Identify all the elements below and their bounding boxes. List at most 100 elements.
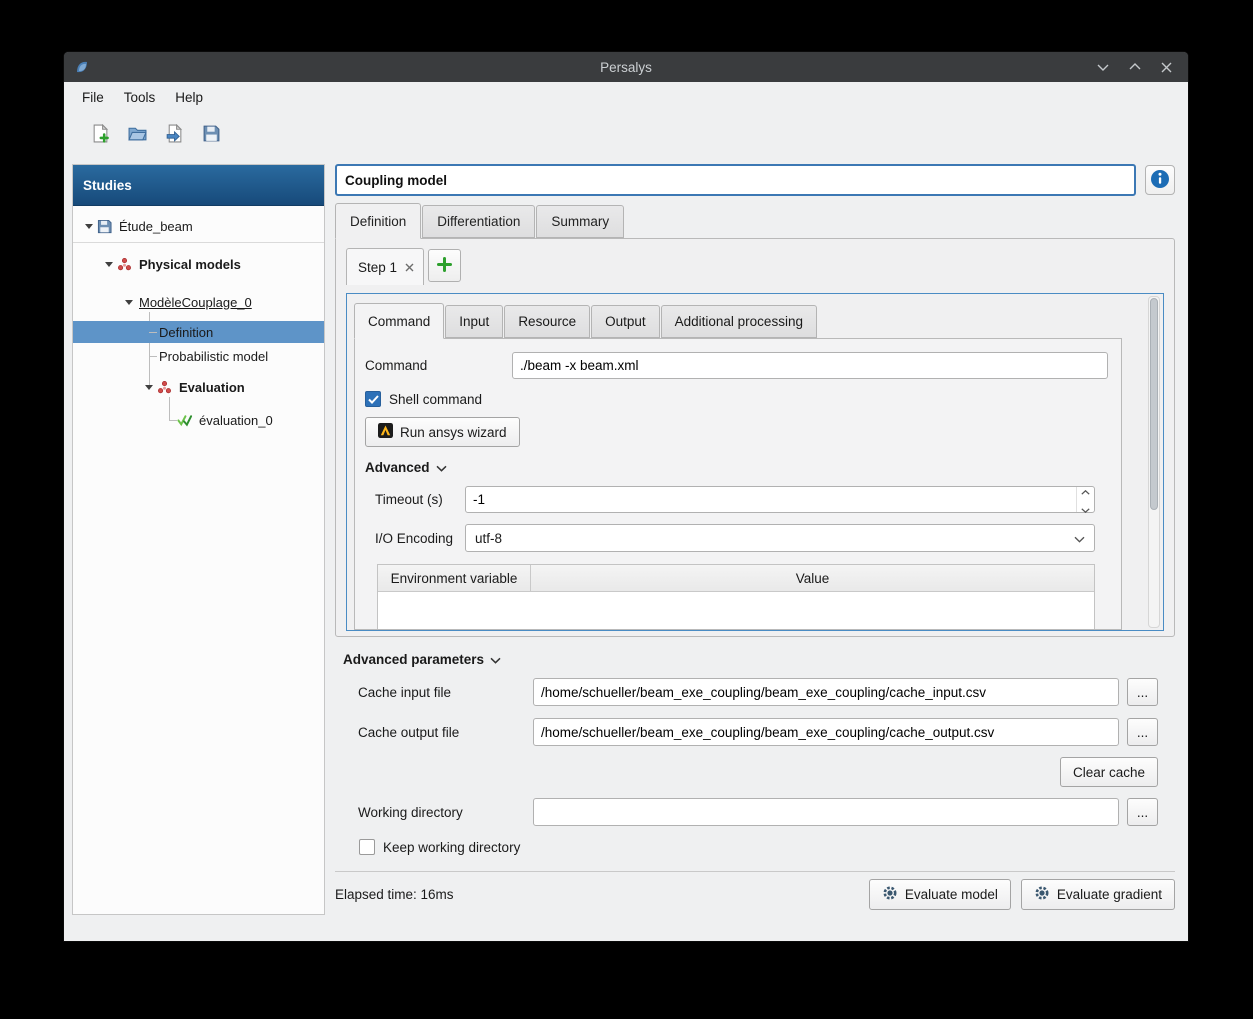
new-study-button[interactable] [86, 121, 114, 149]
chevron-down-icon [490, 652, 501, 667]
tree-item-probabilistic-model[interactable]: Probabilistic model [73, 345, 324, 367]
ansys-icon [378, 423, 393, 441]
menu-file[interactable]: File [72, 85, 114, 110]
timeout-spinner[interactable] [465, 483, 1095, 516]
scrollbar-thumb[interactable] [1150, 298, 1158, 510]
tab-additional-processing[interactable]: Additional processing [660, 305, 817, 338]
advanced-section-header[interactable]: Advanced [365, 459, 1106, 475]
close-step-icon[interactable] [405, 263, 414, 272]
chevron-down-icon [436, 460, 447, 475]
study-tree: Étude_beam Physical models ModèleCouplag… [73, 206, 324, 914]
tab-definition[interactable]: Definition [335, 203, 422, 239]
tab-resource[interactable]: Resource [504, 305, 591, 338]
browse-working-directory-button[interactable]: ... [1127, 798, 1158, 826]
encoding-dropdown[interactable]: utf-8 [465, 524, 1095, 552]
env-value-column-header[interactable]: Value [531, 565, 1094, 591]
advanced-parameters-header[interactable]: Advanced parameters [335, 651, 1175, 667]
toolbar [64, 112, 1188, 158]
tree-item-model-couplage[interactable]: ModèleCouplage_0 [73, 291, 324, 313]
command-input[interactable] [512, 352, 1108, 379]
coupling-step-tab-bar: Command Input Resource Output Additional… [354, 303, 1122, 339]
info-button[interactable] [1145, 165, 1175, 195]
tree-item-label: Evaluation [179, 379, 245, 395]
working-directory-input[interactable] [533, 798, 1119, 826]
tree-item-evaluation-0[interactable]: évaluation_0 [73, 409, 324, 431]
import-study-button[interactable] [160, 121, 188, 149]
main-panel: Definition Differentiation Summary Step … [335, 164, 1175, 941]
env-variable-column-header[interactable]: Environment variable [378, 565, 531, 591]
app-logo-icon [74, 59, 90, 75]
elapsed-time-text: Elapsed time: 16ms [335, 887, 454, 902]
cache-output-file-label: Cache output file [358, 724, 460, 740]
tree-item-definition[interactable]: Definition [73, 321, 324, 343]
run-ansys-wizard-button[interactable]: Run ansys wizard [365, 417, 520, 447]
keep-working-directory-label: Keep working directory [383, 839, 521, 855]
titlebar[interactable]: Persalys [64, 52, 1188, 82]
command-label: Command [365, 358, 428, 373]
tree-item-study[interactable]: Étude_beam [73, 215, 324, 237]
expander-icon[interactable] [141, 384, 157, 390]
browse-cache-input-button[interactable]: ... [1127, 678, 1158, 706]
open-study-icon [127, 124, 147, 146]
tab-output[interactable]: Output [591, 305, 660, 338]
tree-item-label: évaluation_0 [199, 412, 273, 428]
step-tab-label: Step 1 [358, 259, 398, 275]
tree-separator [73, 242, 324, 243]
model-name-input[interactable] [335, 164, 1136, 196]
timeout-input[interactable] [466, 487, 1076, 512]
tree-item-evaluation[interactable]: Evaluation [73, 376, 324, 398]
footer-separator [335, 871, 1175, 872]
clear-cache-button[interactable]: Clear cache [1059, 757, 1158, 787]
footer-bar: Elapsed time: 16ms Evaluate model Evalua… [335, 879, 1175, 910]
menu-tools[interactable]: Tools [114, 85, 166, 110]
shell-command-checkbox[interactable] [365, 391, 381, 407]
maximize-icon[interactable] [1129, 62, 1141, 72]
study-save-icon [97, 219, 117, 234]
open-study-button[interactable] [123, 121, 151, 149]
evaluate-gradient-button[interactable]: Evaluate gradient [1020, 879, 1175, 910]
spin-up-icon[interactable] [1081, 483, 1090, 498]
command-tab-page: Command Shell command [354, 338, 1122, 630]
env-table-body[interactable] [378, 591, 1094, 629]
save-icon [202, 124, 221, 146]
studies-header: Studies [73, 165, 324, 206]
import-study-icon [165, 123, 184, 146]
run-gear-icon [1034, 885, 1050, 904]
spin-down-icon[interactable] [1081, 501, 1090, 516]
studies-sidebar: Studies Étude_beam Physical models Modèl… [72, 164, 325, 915]
cache-input-file-label: Cache input file [358, 684, 452, 700]
add-step-button[interactable] [428, 249, 462, 282]
tab-step1[interactable]: Step 1 [346, 248, 425, 285]
evaluate-model-button[interactable]: Evaluate model [868, 879, 1011, 910]
definition-tab-page: Step 1 Command Input Resource Output Add… [335, 238, 1175, 637]
expander-icon[interactable] [121, 299, 137, 305]
tree-item-label: ModèleCouplage_0 [139, 294, 252, 310]
tab-input[interactable]: Input [445, 305, 504, 338]
tree-item-label: Étude_beam [119, 218, 193, 234]
vertical-scrollbar[interactable] [1148, 296, 1160, 628]
timeout-label: Timeout (s) [375, 492, 443, 507]
tree-item-physical-models[interactable]: Physical models [73, 253, 324, 275]
tab-differentiation[interactable]: Differentiation [422, 205, 536, 238]
cache-input-file-input[interactable] [533, 678, 1119, 706]
encoding-value: utf-8 [475, 530, 503, 546]
menu-help[interactable]: Help [165, 85, 213, 110]
tree-item-label: Definition [159, 324, 214, 340]
tab-summary[interactable]: Summary [536, 205, 625, 238]
run-gear-icon [882, 885, 898, 904]
evaluate-model-label: Evaluate model [904, 887, 998, 902]
content-area: Studies Étude_beam Physical models Modèl… [64, 158, 1188, 941]
close-icon[interactable] [1161, 62, 1172, 73]
expander-icon[interactable] [81, 223, 97, 229]
expander-icon[interactable] [101, 261, 117, 267]
keep-working-directory-checkbox[interactable] [359, 839, 375, 855]
step1-page: Command Input Resource Output Additional… [346, 293, 1164, 631]
cache-output-file-input[interactable] [533, 718, 1119, 746]
tree-item-label: Probabilistic model [159, 348, 269, 364]
persalys-window: Persalys File Tools Help Studies Étude_b… [64, 52, 1188, 941]
save-study-button[interactable] [197, 121, 225, 149]
browse-cache-output-button[interactable]: ... [1127, 718, 1158, 746]
run-ansys-wizard-label: Run ansys wizard [400, 424, 507, 440]
tab-command[interactable]: Command [354, 303, 445, 339]
minimize-icon[interactable] [1097, 62, 1109, 72]
